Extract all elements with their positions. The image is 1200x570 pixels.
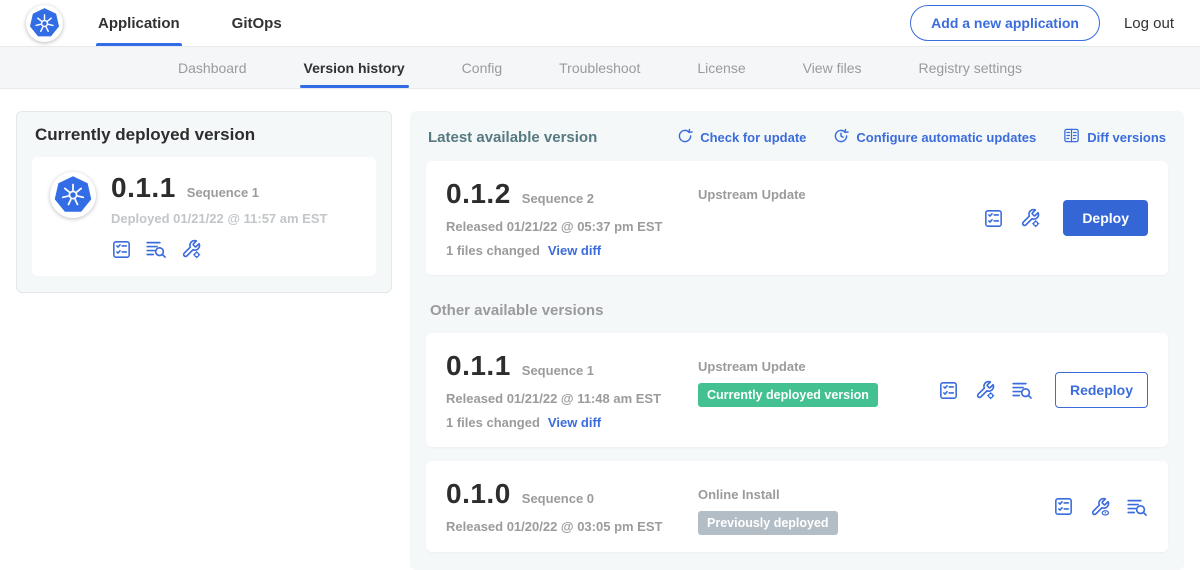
subnav-tab-license[interactable]: License <box>697 47 745 88</box>
deployed-timestamp: Deployed 01/21/22 @ 11:57 am EST <box>111 211 327 226</box>
version-row-0-1-0: 0.1.0 Sequence 0 Released 01/20/22 @ 03:… <box>426 461 1168 552</box>
other-versions-title: Other available versions <box>430 302 1168 319</box>
deployed-version-info: 0.1.1 Sequence 1 Deployed 01/21/22 @ 11:… <box>111 172 327 260</box>
preflight-checklist-icon[interactable] <box>938 380 959 401</box>
app-header: Application GitOps Add a new application… <box>0 0 1200 47</box>
subnav-tab-version-history[interactable]: Version history <box>304 47 405 88</box>
subnav-tab-registry-settings[interactable]: Registry settings <box>919 47 1022 88</box>
previously-deployed-badge: Previously deployed <box>698 511 838 535</box>
view-diff-link[interactable]: View diff <box>548 415 601 430</box>
logout-button[interactable]: Log out <box>1124 15 1174 32</box>
preflight-checklist-icon[interactable] <box>1053 496 1074 517</box>
sequence-label: Sequence 1 <box>522 363 594 378</box>
sequence-label: Sequence 2 <box>522 191 594 206</box>
subnav-tab-view-files[interactable]: View files <box>803 47 862 88</box>
currently-deployed-badge: Currently deployed version <box>698 383 878 407</box>
header-right: Add a new application Log out <box>910 0 1174 46</box>
released-timestamp: Released 01/21/22 @ 05:37 pm EST <box>446 219 698 234</box>
redeploy-button[interactable]: Redeploy <box>1055 372 1148 408</box>
config-wrench-gear-icon[interactable] <box>180 238 202 260</box>
currently-deployed-title: Currently deployed version <box>35 125 376 145</box>
preflight-checklist-icon[interactable] <box>111 239 132 260</box>
view-diff-link[interactable]: View diff <box>548 243 601 258</box>
kubernetes-helm-icon <box>54 176 93 215</box>
deployed-sequence-label: Sequence 1 <box>187 185 259 200</box>
config-wrench-eye-icon[interactable] <box>1089 496 1111 518</box>
version-row-0-1-1: 0.1.1 Sequence 1 Released 01/21/22 @ 11:… <box>426 333 1168 447</box>
diff-columns-icon <box>1063 127 1080 147</box>
preflight-checklist-icon[interactable] <box>983 208 1004 229</box>
version-source-label: Upstream Update <box>698 359 938 374</box>
released-timestamp: Released 01/21/22 @ 11:48 am EST <box>446 391 698 406</box>
clock-refresh-icon <box>833 128 849 147</box>
version-row-0-1-2: 0.1.2 Sequence 2 Released 01/21/22 @ 05:… <box>426 161 1168 275</box>
add-application-button[interactable]: Add a new application <box>910 5 1100 41</box>
logs-icon[interactable] <box>1011 379 1033 401</box>
logs-icon[interactable] <box>145 238 167 260</box>
sequence-label: Sequence 0 <box>522 491 594 506</box>
version-source-label: Online Install <box>698 487 1053 502</box>
deploy-button[interactable]: Deploy <box>1063 200 1148 236</box>
tab-application[interactable]: Application <box>96 0 182 46</box>
subnav-tab-troubleshoot[interactable]: Troubleshoot <box>559 47 640 88</box>
main-content: Currently deployed version <box>0 89 1200 570</box>
deployed-version-card: 0.1.1 Sequence 1 Deployed 01/21/22 @ 11:… <box>32 157 376 276</box>
files-changed-label: 1 files changed <box>446 243 540 258</box>
config-wrench-gear-icon[interactable] <box>974 379 996 401</box>
diff-versions-link[interactable]: Diff versions <box>1063 127 1166 147</box>
currently-deployed-card: Currently deployed version <box>16 111 392 293</box>
version-history-panel: Latest available version Check for updat… <box>410 111 1184 570</box>
config-wrench-gear-icon[interactable] <box>1019 207 1041 229</box>
version-number: 0.1.2 <box>446 178 511 210</box>
app-icon <box>50 172 96 218</box>
version-number: 0.1.1 <box>446 350 511 382</box>
deployed-version-number: 0.1.1 <box>111 172 176 204</box>
latest-version-title: Latest available version <box>428 129 597 146</box>
version-number: 0.1.0 <box>446 478 511 510</box>
files-changed-label: 1 files changed <box>446 415 540 430</box>
kubernetes-logo <box>26 5 63 42</box>
tab-gitops[interactable]: GitOps <box>230 0 284 46</box>
subnav-tab-dashboard[interactable]: Dashboard <box>178 47 247 88</box>
app-subnav: Dashboard Version history Config Trouble… <box>0 47 1200 89</box>
check-for-update-link[interactable]: Check for update <box>677 127 806 147</box>
released-timestamp: Released 01/20/22 @ 03:05 pm EST <box>446 519 698 534</box>
version-source-label: Upstream Update <box>698 187 983 202</box>
kubernetes-helm-icon <box>29 8 60 39</box>
refresh-icon <box>677 128 693 147</box>
logs-icon[interactable] <box>1126 496 1148 518</box>
configure-automatic-updates-link[interactable]: Configure automatic updates <box>833 127 1036 147</box>
subnav-tab-config[interactable]: Config <box>462 47 502 88</box>
